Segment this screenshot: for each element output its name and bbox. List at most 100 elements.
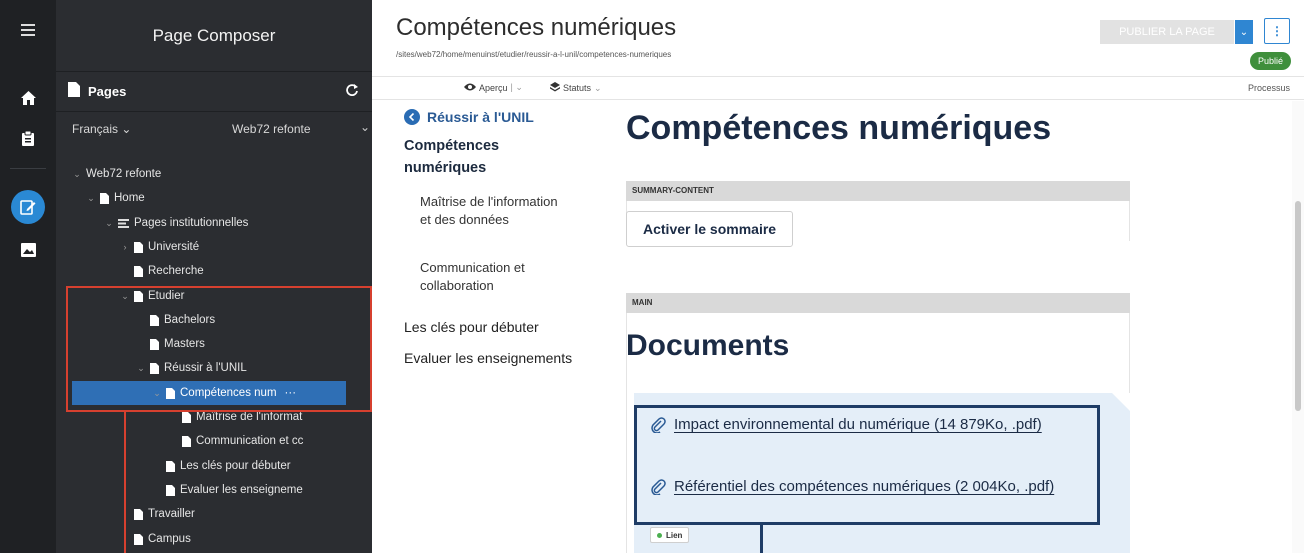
paperclip-icon — [650, 479, 666, 503]
process-link[interactable]: Processus — [1248, 83, 1290, 93]
composer-title: Page Composer — [56, 0, 372, 72]
icon-rail — [0, 0, 56, 553]
document-link-label: Impact environnemental du numérique (14 … — [674, 416, 1042, 433]
statuses-label: Statuts — [563, 83, 592, 93]
highlight-connector — [760, 525, 763, 553]
chevron-icon[interactable]: ⌄ — [86, 193, 96, 204]
pages-label: Pages — [88, 84, 127, 99]
tree-item[interactable]: Bachelors — [136, 308, 215, 332]
page-icon — [134, 241, 143, 253]
documents-heading: Documents — [626, 329, 790, 362]
tree-item-label: Home — [114, 192, 145, 204]
main-region-label: MAIN — [626, 293, 1130, 313]
tree-item[interactable]: ⌄ Home — [86, 186, 145, 210]
publish-button[interactable]: PUBLIER LA PAGE — [1100, 20, 1234, 44]
language-select[interactable]: Français ⌄ — [72, 122, 232, 136]
more-actions-icon[interactable]: ··· — [285, 387, 297, 399]
page-icon — [68, 81, 80, 102]
content-heading: Compétences numériques — [626, 109, 1052, 147]
nav-current-page: Compétences numériques — [404, 138, 500, 176]
statuses-dropdown[interactable]: Statuts ⌄ — [550, 82, 602, 94]
page-path: /sites/web72/home/menuinst/etudier/reuss… — [396, 50, 672, 59]
tree-item-label: Etudier — [148, 290, 185, 302]
page-icon — [166, 460, 175, 472]
image-gallery-icon[interactable] — [14, 236, 42, 264]
layers-icon — [550, 82, 560, 94]
tree-item[interactable]: ⌄ Web72 refonte — [72, 162, 161, 186]
tree-item-label: Maîtrise de l'informat — [196, 411, 303, 423]
back-link-label: Réussir à l'UNIL — [427, 109, 534, 125]
tree-item-label: Web72 refonte — [86, 168, 162, 180]
rail-divider — [10, 168, 46, 169]
tree-item-label: Pages institutionnelles — [134, 217, 249, 229]
language-value: Français — [72, 122, 119, 136]
tree-item[interactable]: Recherche — [120, 259, 204, 283]
preview-label: Aperçu — [479, 82, 508, 93]
tree-item-label: Bachelors — [164, 314, 216, 326]
document-link-label: Référentiel des compétences numériques (… — [674, 478, 1055, 495]
link-tag-label: Lien — [666, 530, 683, 540]
tree-item-label: Recherche — [148, 265, 204, 277]
chevron-icon[interactable]: › — [120, 242, 130, 252]
status-badge: Publié — [1250, 52, 1292, 70]
document-link[interactable]: Référentiel des compétences numériques (… — [650, 475, 1070, 499]
edit-page-icon[interactable] — [11, 190, 45, 224]
activate-summary-button[interactable]: Activer le sommaire — [626, 211, 794, 247]
tree-item[interactable]: ⌄ Réussir à l'UNIL — [136, 356, 247, 380]
corner-fold — [1112, 393, 1130, 411]
tree-item[interactable]: Maîtrise de l'informat — [168, 405, 302, 429]
tree-item[interactable]: Campus — [120, 527, 191, 551]
menu-icon[interactable] — [14, 16, 42, 44]
tree-item[interactable]: Travailler — [120, 502, 195, 526]
back-link[interactable]: Réussir à l'UNIL — [404, 109, 534, 125]
tree-item[interactable]: Les clés pour débuter — [152, 454, 291, 478]
summary-region-label: SUMMARY-CONTENT — [626, 181, 1130, 201]
chevron-icon[interactable]: ⌄ — [120, 291, 130, 302]
chevron-down-icon: ⌄ — [594, 82, 602, 93]
scroll-thumb[interactable] — [1295, 201, 1301, 411]
chevron-icon[interactable]: ⌄ — [72, 169, 82, 180]
chevron-icon[interactable]: ⌄ — [104, 218, 114, 229]
clipboard-icon[interactable] — [14, 124, 42, 152]
chevron-down-icon: ⌄ — [359, 120, 370, 134]
tree-item-selected[interactable]: ⌄ Compétences num ··· — [72, 381, 346, 405]
home-icon[interactable] — [14, 84, 42, 112]
tree-item[interactable]: › Université — [120, 235, 200, 259]
page-icon — [134, 508, 143, 520]
site-select[interactable]: Web72 refonte — [232, 122, 372, 136]
page-composer-panel: Page Composer Pages Français ⌄ Web72 ref… — [56, 0, 372, 553]
tree-item-label: Campus — [148, 533, 191, 545]
nav-subitem[interactable]: Communication et collaboration — [420, 259, 570, 295]
chevron-down-icon: ⌄ — [121, 122, 132, 136]
tree-item[interactable]: ⌄ Pages institutionnelles — [104, 211, 248, 235]
chevron-down-icon[interactable]: ⌄ — [1235, 20, 1253, 44]
page-icon — [166, 484, 175, 496]
scrollbar[interactable] — [1292, 101, 1304, 553]
tree-item[interactable]: Communication et cc — [168, 429, 303, 453]
page-title: Compétences numériques — [396, 14, 677, 41]
page-icon — [182, 435, 191, 447]
nav-item[interactable]: Les clés pour débuter — [404, 316, 584, 338]
tree-item[interactable]: Evaluer les enseigneme — [152, 478, 303, 502]
preview-dropdown[interactable]: Aperçu | ⌄ — [464, 82, 523, 93]
highlight-connector — [124, 412, 126, 553]
page-icon — [134, 290, 143, 302]
editor-area: Compétences numériques /sites/web72/home… — [372, 0, 1304, 553]
tree-item[interactable]: ⌄ Etudier — [120, 284, 184, 308]
status-dot-icon — [657, 532, 662, 538]
tree-item-label: Les clés pour débuter — [180, 460, 291, 472]
nav-item[interactable]: Evaluer les enseignements — [404, 347, 584, 369]
link-tag[interactable]: Lien — [650, 527, 690, 543]
document-link[interactable]: Impact environnemental du numérique (14 … — [650, 413, 1070, 437]
page-icon — [182, 411, 191, 423]
tree-item-label: Evaluer les enseigneme — [180, 484, 303, 496]
page-icon — [134, 533, 143, 545]
refresh-icon[interactable] — [346, 83, 358, 101]
tree-filters: Français ⌄ Web72 refonte ⌄ — [56, 114, 372, 144]
chevron-icon[interactable]: ⌄ — [152, 388, 162, 399]
chevron-icon[interactable]: ⌄ — [136, 363, 146, 374]
tree-item[interactable]: Masters — [136, 332, 205, 356]
chevron-down-icon: | ⌄ — [510, 82, 523, 92]
more-options-button[interactable]: ⋮ — [1264, 18, 1290, 44]
nav-subitem[interactable]: Maîtrise de l'information et des données — [420, 193, 570, 229]
